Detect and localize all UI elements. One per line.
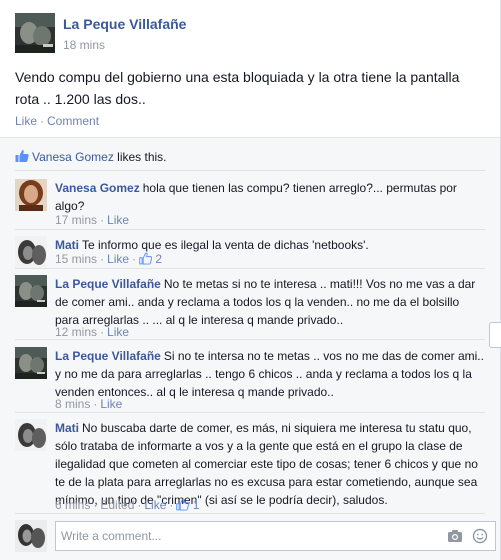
post-author-name[interactable]: La Peque Villafañe — [63, 16, 186, 32]
comment-text: No buscaba darte de comer, es más, ni si… — [55, 421, 478, 507]
comment-item: Mati Te informo que es ilegal la venta de… — [15, 236, 485, 270]
edited-label[interactable]: Edited — [100, 498, 134, 512]
divider — [15, 229, 485, 230]
divider — [15, 513, 485, 514]
comment-item: La Peque Villafañe Si no te intersa no te… — [15, 347, 485, 413]
commenter-name[interactable]: Vanesa Gomez — [55, 181, 140, 195]
commenter-avatar[interactable] — [15, 347, 47, 379]
comment-like-link[interactable]: Like — [100, 397, 122, 411]
comment-timestamp[interactable]: 6 mins — [55, 498, 90, 512]
comment-timestamp[interactable]: 15 mins — [55, 252, 97, 266]
comment-like-link[interactable]: Like — [107, 325, 129, 339]
separator-dot: · — [100, 252, 105, 266]
comment-like-count[interactable]: 2 — [155, 252, 162, 266]
divider — [15, 339, 485, 340]
comment-composer — [15, 520, 496, 552]
post-body-text: Vendo compu del gobierno una esta bloqui… — [15, 69, 460, 107]
comment-like-link[interactable]: Like — [107, 213, 129, 227]
commenter-name[interactable]: Mati — [55, 421, 79, 435]
commenter-avatar[interactable] — [15, 236, 47, 268]
commenter-avatar[interactable] — [15, 419, 47, 451]
post-timestamp[interactable]: 18 mins — [63, 38, 105, 52]
comment-input[interactable] — [61, 527, 431, 545]
separator-dot: · — [93, 397, 98, 411]
comment-input-box[interactable] — [55, 521, 496, 551]
comment-item: La Peque Villafañe No te metas si no te i… — [15, 275, 485, 341]
comment-timestamp[interactable]: 8 mins — [55, 397, 90, 411]
divider — [15, 268, 485, 269]
camera-icon[interactable] — [447, 529, 463, 543]
commenter-name[interactable]: La Peque Villafañe — [55, 277, 161, 291]
likes-text: Vanesa Gomez likes this. — [32, 150, 167, 164]
comment-text-block: Vanesa Gomez hola que tienen las compu? t… — [55, 179, 485, 215]
comment-like-link[interactable]: Like — [144, 498, 166, 512]
separator-dot: · — [100, 325, 105, 339]
comment-timestamp[interactable]: 12 mins — [55, 325, 97, 339]
thumbs-up-icon[interactable] — [176, 498, 189, 511]
comment-like-count[interactable]: 1 — [193, 498, 200, 512]
comment-text: Te informo que es ilegal la venta de dic… — [82, 238, 369, 252]
comment-like-link[interactable]: Like — [107, 252, 129, 266]
comment-meta: 15 mins · Like · 2 — [55, 252, 162, 266]
separator-dot: · — [93, 498, 98, 512]
author-avatar[interactable] — [15, 13, 55, 53]
divider — [15, 170, 485, 171]
commenter-name[interactable]: La Peque Villafañe — [55, 349, 161, 363]
comment-item: Mati No buscaba darte de comer, es más, n… — [15, 419, 485, 515]
smile-icon[interactable] — [472, 528, 488, 544]
comment-text-block: La Peque Villafañe No te metas si no te i… — [55, 275, 485, 329]
commenter-avatar[interactable] — [15, 275, 47, 307]
post-actions: Like · Comment — [15, 114, 99, 128]
separator-dot: · — [100, 213, 105, 227]
feedback-section: Vanesa Gomez likes this. Vanesa Gomez hol… — [0, 137, 500, 560]
side-panel-tab[interactable] — [489, 322, 501, 348]
commenter-avatar[interactable] — [15, 179, 47, 211]
comment-meta: 8 mins · Like — [55, 397, 122, 411]
comment-link[interactable]: Comment — [47, 114, 99, 128]
like-link[interactable]: Like — [15, 114, 37, 128]
liker-name[interactable]: Vanesa Gomez — [32, 150, 114, 164]
viewer-avatar — [15, 520, 47, 552]
likes-suffix: likes this. — [113, 150, 167, 164]
commenter-name[interactable]: Mati — [55, 238, 79, 252]
comment-timestamp[interactable]: 17 mins — [55, 213, 97, 227]
facebook-post: La Peque Villafañe 18 mins Vendo compu d… — [0, 0, 501, 560]
post-header — [15, 13, 55, 53]
separator-dot: · — [169, 498, 174, 512]
comment-text-block: Mati No buscaba darte de comer, es más, n… — [55, 419, 485, 509]
comment-meta: 12 mins · Like — [55, 325, 129, 339]
separator-dot: · — [132, 252, 137, 266]
separator-dot: · — [40, 114, 45, 128]
comment-item: Vanesa Gomez hola que tienen las compu? t… — [15, 179, 485, 229]
thumbs-up-icon — [15, 149, 29, 163]
comment-text-block: La Peque Villafañe Si no te intersa no te… — [55, 347, 485, 401]
comment-meta: 6 mins · Edited · Like · 1 — [55, 498, 199, 512]
comment-meta: 17 mins · Like — [55, 213, 129, 227]
thumbs-up-icon[interactable] — [139, 252, 152, 265]
separator-dot: · — [137, 498, 142, 512]
divider — [15, 412, 485, 413]
